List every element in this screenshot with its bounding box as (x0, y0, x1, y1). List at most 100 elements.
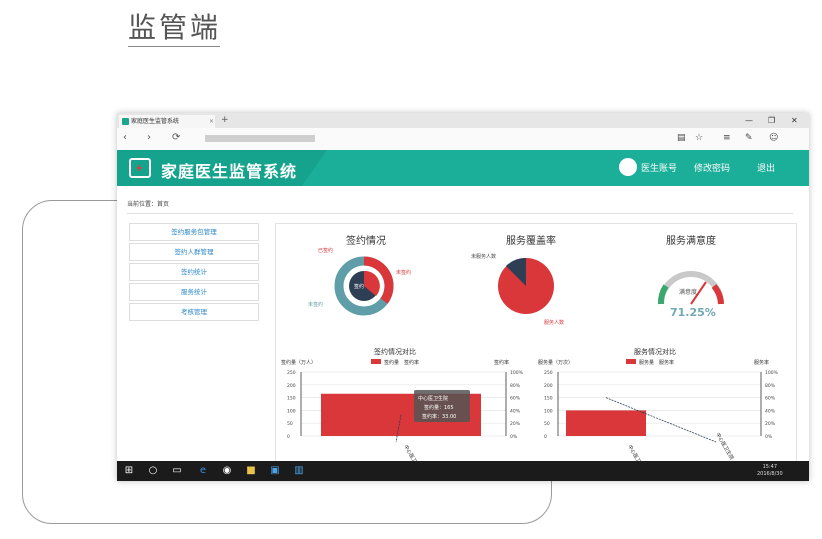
y2-tick-label: 60% (765, 396, 776, 402)
y-left-label-1: 签约量（万人） (281, 359, 316, 366)
user-account-link[interactable]: 医生账号 (641, 161, 677, 174)
legend-service-swatch (626, 359, 636, 364)
back-icon[interactable]: ‹ (123, 132, 127, 143)
service-compare-title: 服务情况对比 (634, 347, 676, 356)
page-heading: 监管端 (128, 11, 222, 44)
note-icon[interactable]: ✎ (745, 133, 753, 143)
y-tick-label: 150 (287, 396, 296, 402)
forward-icon[interactable]: › (147, 132, 151, 143)
y-tick-label: 50 (287, 421, 293, 427)
y2-tick-label: 100% (510, 370, 524, 376)
y-tick-label: 200 (544, 383, 553, 389)
donut-label-unsigned: 未签约 (308, 301, 323, 308)
pie-label-served: 服务人数 (544, 319, 564, 326)
app-icon-2[interactable]: ▥ (293, 465, 305, 477)
y-tick-label: 100 (287, 408, 296, 414)
menu-item-signing-stats[interactable]: 签约统计 (129, 263, 259, 281)
windows-taskbar: ⊞ ○ ▭ e ◉ ■ ▣ ▥ 15:47 2016/8/30 (117, 461, 809, 481)
satisfaction-gauge: 满意度 71.25% (657, 271, 724, 319)
app-header: + 家庭医生监管系统 医生账号 修改密码 退出 (117, 150, 809, 186)
coverage-pie: 未服务人数 服务人数 (471, 253, 564, 326)
y2-tick-label: 40% (510, 408, 521, 414)
tooltip-title: 中心医卫生院 (418, 395, 448, 402)
donut-inner-label: 签约 (354, 283, 364, 290)
tooltip-line-1: 签约量：165 (424, 404, 454, 411)
user-avatar-icon[interactable] (619, 158, 637, 176)
breadcrumb: 当前位置：首页 (127, 199, 793, 214)
address-bar: ‹ › ⟳ ▤ ☆ ≡ ✎ ☺ (117, 128, 809, 151)
change-password-link[interactable]: 修改密码 (694, 161, 730, 174)
close-window-icon[interactable]: ✕ (791, 113, 798, 128)
y2-tick-label: 0% (510, 434, 518, 440)
task-view-icon[interactable]: ▭ (171, 465, 183, 477)
media-icon[interactable]: ◉ (221, 465, 233, 477)
y2-tick-label: 60% (510, 396, 521, 402)
share-icon[interactable]: ☺ (769, 133, 778, 143)
legend-service-rate: 服务率 (659, 359, 674, 366)
home-medical-icon: + (129, 158, 151, 178)
reading-view-icon[interactable]: ▤ (677, 133, 686, 143)
signing-donut: 签约 已签约 未签约 未签约 (308, 247, 411, 316)
browser-tab[interactable]: 家庭医生监管系统 × (119, 115, 215, 128)
y2-tick-label: 0% (765, 434, 773, 440)
new-tab-button[interactable]: + (221, 113, 229, 128)
favorite-icon[interactable]: ☆ (695, 133, 703, 143)
search-icon[interactable]: ○ (147, 465, 159, 477)
maximize-icon[interactable]: ❐ (768, 113, 775, 128)
url-field[interactable] (205, 135, 315, 142)
donut-label-signed: 已签约 (318, 247, 333, 254)
y-tick-label: 100 (544, 408, 553, 414)
legend-service: 服务量 (639, 359, 654, 366)
gauge-value: 71.25% (670, 306, 716, 319)
signing-compare-chart: 250 100% 200 80% 150 60% 100 40% 50 20% 0 0% (287, 370, 524, 443)
edge-browser-icon[interactable]: e (197, 465, 209, 477)
y2-tick-label: 80% (765, 383, 776, 389)
service-compare-chart: 250 100% 200 80% 150 60% 100 40% 50 20% 0 0% (544, 370, 779, 443)
sidebar-menu: 签约服务包管理 签约人群管理 签约统计 服务统计 考核管理 (129, 223, 259, 323)
y-tick-label: 50 (544, 421, 550, 427)
tab-bar: 家庭医生监管系统 × + — ❐ ✕ (117, 113, 809, 128)
folder-icon[interactable]: ■ (245, 465, 257, 477)
y-tick-label: 0 (544, 434, 547, 440)
menu-item-service-stats[interactable]: 服务统计 (129, 283, 259, 301)
gauge-label: 满意度 (679, 288, 697, 296)
logout-link[interactable]: 退出 (757, 161, 775, 174)
tooltip-line-2: 签约率：33.00 (422, 413, 456, 420)
menu-item-assessment[interactable]: 考核管理 (129, 303, 259, 321)
clock-time: 15:47 (762, 464, 778, 470)
chart-tooltip: 中心医卫生院 签约量：165 签约率：33.00 (414, 390, 470, 422)
title-banner: + 家庭医生监管系统 (117, 150, 327, 186)
y-tick-label: 250 (287, 370, 296, 376)
y2-tick-label: 80% (510, 383, 521, 389)
y2-tick-label: 20% (765, 421, 776, 427)
bar (566, 410, 646, 436)
clock[interactable]: 15:47 2016/8/30 (757, 464, 783, 478)
site-icon (122, 118, 129, 125)
heading-underline (128, 46, 220, 47)
y2-tick-label: 20% (510, 421, 521, 427)
donut-label-signed-right: 未签约 (396, 269, 411, 276)
browser-window: 家庭医生监管系统 × + — ❐ ✕ ‹ › ⟳ ▤ ☆ ≡ ✎ ☺ + 家庭医… (117, 113, 809, 481)
legend-rate: 签约率 (404, 359, 419, 366)
y-right-label-2: 服务率 (754, 359, 769, 366)
y-left-label-2: 服务量（万次） (538, 359, 573, 366)
menu-item-service-package[interactable]: 签约服务包管理 (129, 223, 259, 241)
menu-item-population[interactable]: 签约人群管理 (129, 243, 259, 261)
dashboard-charts: 签约 已签约 未签约 未签约 未服务人数 服务人数 满意度 71.25% 签约情… (281, 247, 779, 464)
hub-icon[interactable]: ≡ (723, 133, 731, 143)
close-tab-icon[interactable]: × (209, 115, 214, 128)
signing-compare-title: 签约情况对比 (374, 347, 416, 356)
legend-signed: 签约量 (384, 359, 399, 366)
y-tick-label: 250 (544, 370, 553, 376)
app-icon[interactable]: ▣ (269, 465, 281, 477)
y-tick-label: 0 (287, 434, 290, 440)
y2-tick-label: 100% (765, 370, 779, 376)
y-tick-label: 150 (544, 396, 553, 402)
refresh-icon[interactable]: ⟳ (172, 132, 180, 143)
clock-date: 2016/8/30 (757, 471, 783, 477)
dashboard-panel: 签约情况 服务覆盖率 服务满意度 签约 已签约 未签约 未签约 未服务人数 服务… (275, 223, 797, 465)
minimize-icon[interactable]: — (745, 113, 753, 128)
start-icon[interactable]: ⊞ (123, 465, 135, 477)
tab-title: 家庭医生监管系统 (131, 118, 180, 125)
y2-tick-label: 40% (765, 408, 776, 414)
